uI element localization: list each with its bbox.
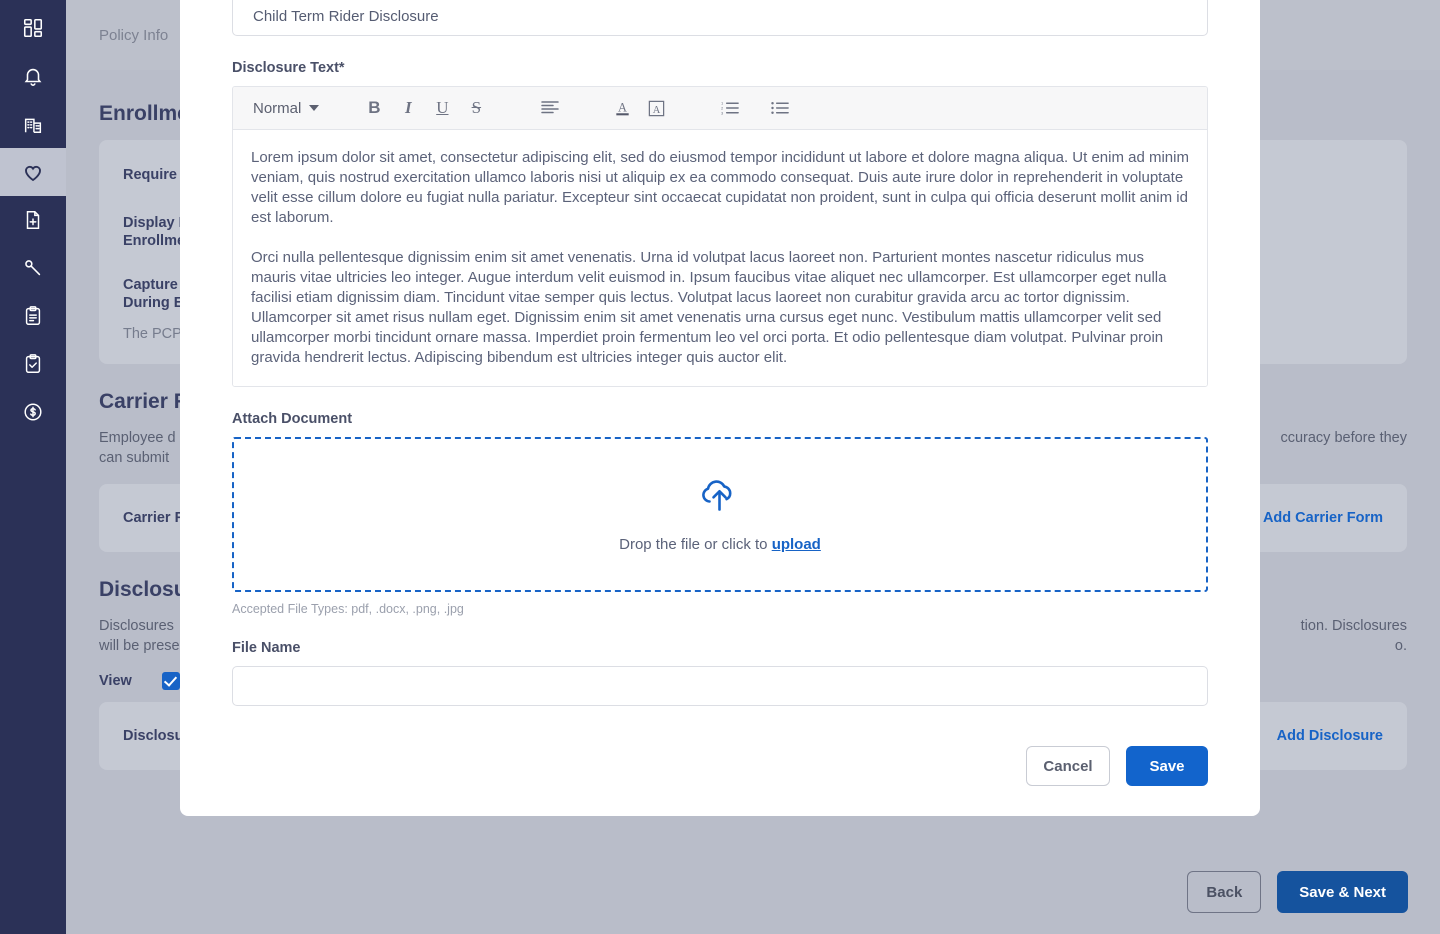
- add-disclosure-modal: Disclosure Name* Disclosure Text* Normal…: [180, 0, 1260, 816]
- sidebar-item-notifications[interactable]: [0, 52, 66, 100]
- tab-policy-info[interactable]: Policy Info: [99, 27, 168, 44]
- unordered-list-icon[interactable]: [763, 93, 797, 123]
- add-disclosure-button[interactable]: Add Disclosure: [1277, 728, 1383, 744]
- font-color-icon[interactable]: A: [605, 93, 639, 123]
- building-icon: [22, 113, 44, 135]
- file-name-input[interactable]: [232, 666, 1208, 706]
- sidebar-item-benefits[interactable]: [0, 148, 66, 196]
- sidebar-item-company[interactable]: [0, 100, 66, 148]
- rich-text-editor: Normal B I U S A A 1 2 3 Lorem ipsum dol…: [232, 86, 1208, 387]
- view-label: View: [99, 673, 132, 689]
- background-color-icon[interactable]: A: [639, 93, 673, 123]
- attach-document-label: Attach Document: [232, 411, 353, 427]
- svg-text:A: A: [653, 104, 661, 115]
- app-root: Policy Info Enrollment Require E Display…: [0, 0, 1440, 934]
- clipboard-check-icon: [22, 353, 44, 375]
- dollar-circle-icon: [22, 401, 44, 423]
- underline-icon[interactable]: U: [425, 93, 459, 123]
- editor-paragraph: Orci nulla pellentesque dignissim enim s…: [251, 249, 1167, 366]
- accepted-file-types: Accepted File Types: pdf, .docx, .png, .…: [232, 602, 464, 616]
- bold-icon[interactable]: B: [357, 93, 391, 123]
- editor-paragraph: Lorem ipsum dolor sit amet, consectetur …: [251, 149, 1189, 226]
- sidebar-item-tasks[interactable]: [0, 292, 66, 340]
- view-checkbox[interactable]: [161, 672, 180, 690]
- clipboard-icon: [22, 305, 44, 327]
- dashboard-grid-icon: [22, 17, 44, 39]
- save-button[interactable]: Save: [1126, 746, 1208, 786]
- file-dropzone[interactable]: Drop the file or click to upload: [232, 437, 1208, 592]
- upload-link[interactable]: upload: [772, 536, 821, 553]
- sidebar: [0, 0, 66, 934]
- text-style-label: Normal: [253, 99, 302, 117]
- dropzone-text: Drop the file or click to upload: [619, 535, 821, 553]
- back-button[interactable]: Back: [1187, 871, 1262, 913]
- sidebar-item-tools[interactable]: [0, 244, 66, 292]
- add-carrier-form-button[interactable]: Add Carrier Form: [1263, 510, 1383, 526]
- page-footer: Back Save & Next: [66, 850, 1440, 934]
- disclosure-text-label: Disclosure Text*: [232, 60, 345, 76]
- modal-actions: Cancel Save: [232, 746, 1208, 786]
- bell-icon: [22, 65, 44, 87]
- sidebar-item-approvals[interactable]: [0, 340, 66, 388]
- italic-icon[interactable]: I: [391, 93, 425, 123]
- editor-content[interactable]: Lorem ipsum dolor sit amet, consectetur …: [233, 130, 1207, 386]
- heart-icon: [21, 160, 45, 184]
- align-left-icon[interactable]: [533, 93, 567, 123]
- chevron-down-icon: [309, 105, 320, 111]
- text-style-dropdown[interactable]: Normal: [247, 99, 320, 117]
- svg-text:3: 3: [721, 110, 724, 115]
- editor-toolbar: Normal B I U S A A 1 2 3: [233, 87, 1207, 130]
- cloud-upload-icon: [696, 477, 744, 522]
- svg-text:A: A: [618, 100, 627, 114]
- sidebar-item-new-document[interactable]: [0, 196, 66, 244]
- wrench-icon: [22, 257, 44, 279]
- ordered-list-icon[interactable]: 1 2 3: [713, 93, 747, 123]
- sidebar-item-dashboard[interactable]: [0, 4, 66, 52]
- strikethrough-icon[interactable]: S: [459, 93, 493, 123]
- disclosure-name-input[interactable]: [232, 0, 1208, 36]
- document-add-icon: [22, 209, 44, 231]
- save-and-next-button[interactable]: Save & Next: [1277, 871, 1408, 913]
- cancel-button[interactable]: Cancel: [1026, 746, 1110, 786]
- sidebar-item-billing[interactable]: [0, 388, 66, 436]
- file-name-label: File Name: [232, 640, 301, 656]
